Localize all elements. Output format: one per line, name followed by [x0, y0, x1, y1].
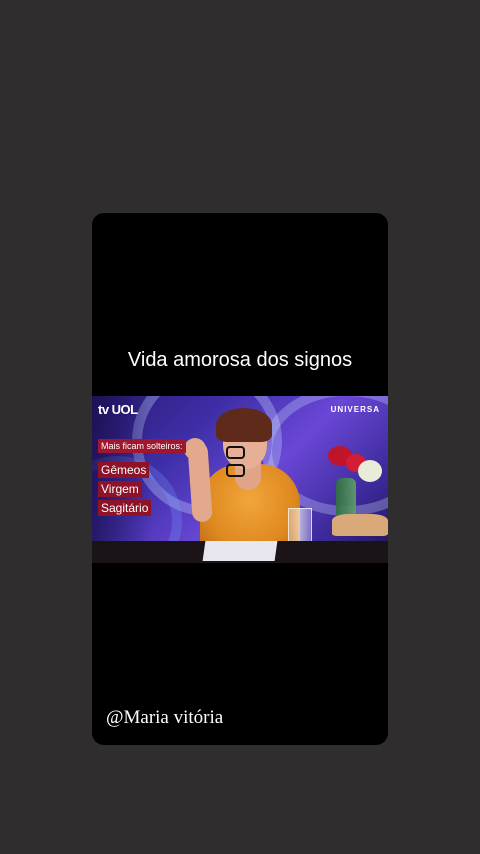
overlay-heading: Mais ficam solteiros:: [98, 439, 186, 453]
author-handle[interactable]: @Maria vitória: [106, 707, 223, 729]
glasses-icon: [226, 446, 266, 477]
presenter-hair: [216, 408, 272, 442]
sign-label: Sagitário: [98, 500, 152, 516]
presenter-hand: [184, 438, 206, 460]
universa-logo: UNIVERSA: [330, 405, 380, 414]
sign-label: Virgem: [98, 481, 142, 497]
tv-uol-logo: tv UOL: [98, 402, 138, 417]
paper-sheets: [202, 541, 278, 561]
story-card[interactable]: Vida amorosa dos signos tv UOL UNIVERSA …: [92, 213, 388, 745]
video-frame[interactable]: tv UOL UNIVERSA Mais ficam solteiros: Gê…: [92, 396, 388, 563]
napkin: [332, 514, 388, 536]
white-flower-icon: [358, 460, 382, 482]
story-title: Vida amorosa dos signos: [127, 349, 353, 371]
sign-label: Gêmeos: [98, 462, 150, 478]
signs-list: Gêmeos Virgem Sagitário: [98, 462, 152, 519]
